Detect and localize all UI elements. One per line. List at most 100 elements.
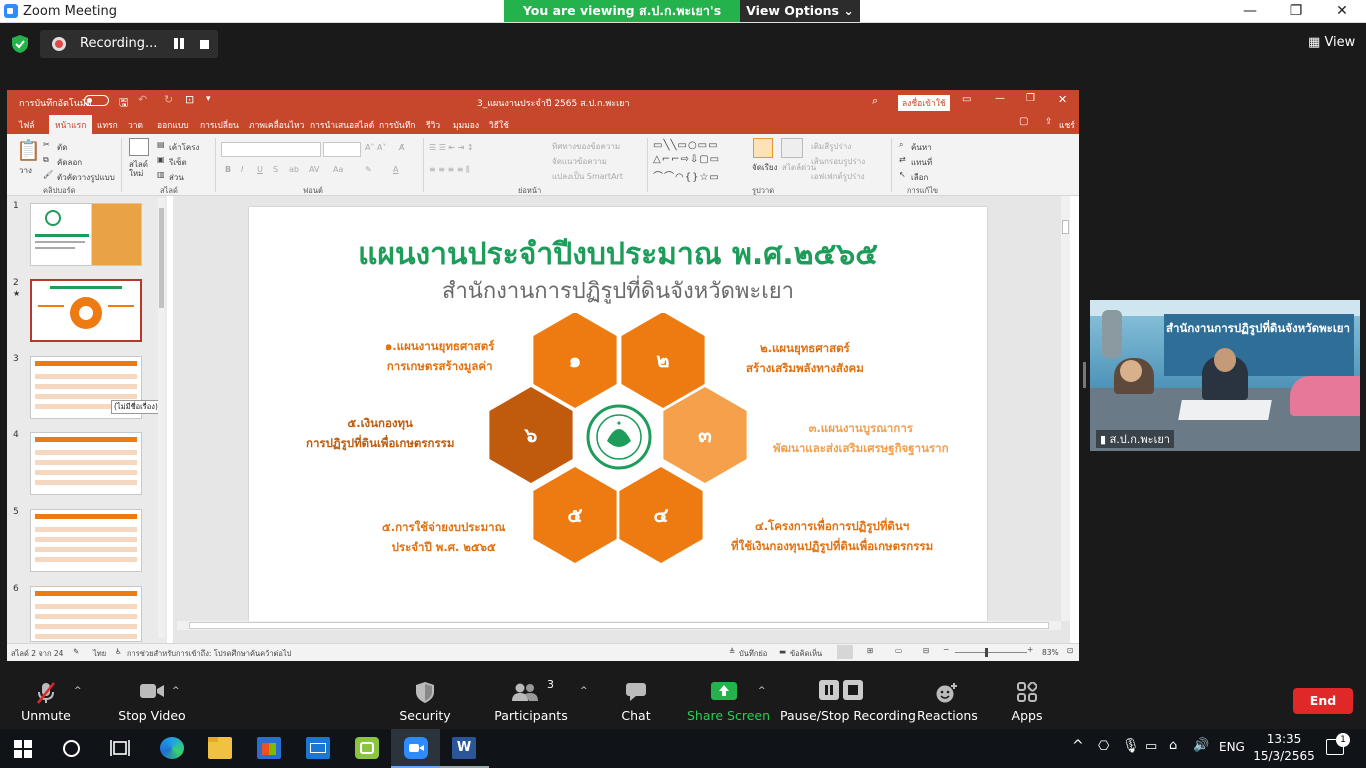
tab-help[interactable]: วิธีใช้ (489, 118, 509, 132)
slide-sorter-icon[interactable]: ⊞ (867, 646, 873, 655)
task-view-icon[interactable] (110, 739, 130, 757)
format-painter-button[interactable]: ตัวคัดวางรูปแบบ (57, 171, 115, 184)
italic-icon[interactable]: I (241, 165, 243, 174)
reactions-button[interactable]: Reactions (917, 668, 978, 729)
shadow-icon[interactable]: S (273, 165, 278, 174)
paste-button[interactable]: วาง (19, 164, 32, 177)
shapes-gallery-row2[interactable]: △⌐⌐⇨⇩▢▭ (653, 154, 720, 165)
vertical-scrollbar-thumb[interactable] (1062, 220, 1069, 234)
text-direction-button[interactable]: ทิศทางของข้อความ (552, 140, 620, 153)
network-icon[interactable]: ⌂ (1169, 738, 1177, 753)
tab-transitions[interactable]: การเปลี่ยน (200, 118, 239, 132)
zoom-in-icon[interactable]: + (1027, 645, 1033, 654)
find-icon[interactable]: ⌕ (899, 140, 903, 150)
fit-slide-icon[interactable]: ⊡ (1067, 646, 1073, 655)
zoom-level[interactable]: 83% (1042, 648, 1059, 657)
arrange-button[interactable]: จัดเรียง (752, 161, 778, 174)
restore-button[interactable]: ❐ (1273, 0, 1319, 23)
layout-icon[interactable]: ▤ (157, 140, 165, 149)
edge-browser-icon[interactable] (160, 737, 184, 759)
save-icon[interactable]: 🖫 (119, 94, 128, 113)
strikethrough-icon[interactable]: ab (289, 165, 299, 174)
tab-review[interactable]: รีวิว (426, 118, 440, 132)
bold-icon[interactable]: B (225, 165, 231, 174)
participants-options-chevron-icon[interactable]: ^ (580, 686, 588, 696)
search-icon[interactable]: ⌕ (872, 94, 878, 108)
search-circle-icon[interactable] (63, 740, 80, 757)
accessibility-icon[interactable]: ♿ (115, 647, 122, 656)
spelling-icon[interactable]: ✎ (73, 647, 79, 656)
security-button[interactable]: Security (395, 668, 455, 729)
tab-slideshow[interactable]: การนำเสนอสไลด์ (310, 118, 374, 132)
redo-icon[interactable]: ↻ (164, 93, 173, 106)
tab-view[interactable]: มุมมอง (453, 118, 479, 132)
autosave-toggle[interactable] (84, 95, 109, 106)
shapes-gallery[interactable]: ▭╲╲▭○▭▭ (653, 140, 719, 151)
font-size-combo[interactable] (323, 142, 361, 157)
slideshow-icon[interactable]: ⊟ (923, 646, 929, 655)
word-icon[interactable]: W (452, 737, 476, 759)
meet-now-icon[interactable]: ⎔ (1098, 739, 1109, 754)
section-button[interactable]: ส่วน (169, 171, 184, 184)
zoom-slider[interactable] (955, 648, 1027, 657)
windows-start-icon[interactable] (14, 740, 32, 758)
comments-button[interactable]: ข้อคิดเห็น (790, 648, 822, 660)
pause-stop-recording-button[interactable]: Pause/Stop Recording (780, 668, 916, 729)
participants-button[interactable]: 3 Participants (492, 668, 570, 729)
bullets-icon[interactable]: ☰ ☰ ⇤ ⇥ ↕ (429, 143, 474, 152)
language-status[interactable]: ไทย (93, 648, 106, 660)
horizontal-scrollbar[interactable] (177, 621, 1061, 630)
tab-file[interactable]: ไฟล์ (19, 118, 35, 132)
thumb-scrollbar[interactable] (158, 198, 165, 638)
shapes-gallery-row3[interactable]: ⌒⌒◠{}☆▭ (653, 168, 720, 183)
find-button[interactable]: ค้นหา (911, 141, 932, 154)
volume-icon[interactable]: 🔊 (1193, 738, 1209, 753)
ribbon-display-icon[interactable]: ▭ (962, 94, 971, 105)
increase-font-icon[interactable]: A˄ A˅ (365, 143, 387, 152)
end-meeting-button[interactable]: End (1293, 688, 1353, 714)
change-case-icon[interactable]: Aa (333, 165, 343, 174)
font-family-combo[interactable] (221, 142, 321, 157)
cut-icon[interactable]: ✂ (43, 140, 50, 149)
mail-icon[interactable] (306, 737, 330, 759)
copy-icon[interactable]: ⧉ (43, 155, 49, 165)
stop-video-button[interactable]: Stop Video (104, 668, 200, 729)
reset-button[interactable]: รีเซ็ต (169, 156, 187, 169)
store-icon[interactable] (257, 737, 281, 759)
align-icons[interactable]: ≡ ≡ ≡ ≡ ⫼ (429, 165, 470, 175)
present-icon[interactable]: ⊡ (185, 93, 194, 106)
apps-button[interactable]: Apps (1004, 668, 1050, 729)
zoom-slider-handle[interactable] (985, 648, 988, 657)
format-painter-icon[interactable]: 🖌 (43, 170, 53, 179)
share-label[interactable]: แชร์ (1059, 118, 1075, 132)
comments-status-icon[interactable]: ▬ (779, 647, 786, 656)
video-options-chevron-icon[interactable]: ^ (172, 686, 180, 696)
unmute-button[interactable]: Unmute (12, 668, 80, 729)
font-color-icon[interactable]: A (393, 165, 398, 174)
share-screen-button[interactable]: Share Screen (687, 668, 770, 729)
quick-styles-icon[interactable] (781, 138, 803, 158)
replace-button[interactable]: แทนที่ (911, 156, 932, 169)
view-options-button[interactable]: View Options ⌄ (740, 0, 860, 22)
shape-effects-button[interactable]: เอฟเฟกต์รูปร่าง (811, 170, 865, 183)
align-text-button[interactable]: จัดแนวข้อความ (552, 155, 607, 168)
battery-icon[interactable]: ▭ (1145, 739, 1157, 754)
new-slide-button[interactable]: สไลด์ใหม่ (129, 160, 151, 178)
view-button[interactable]: ▦ View (1308, 35, 1355, 50)
spacing-icon[interactable]: AV (309, 165, 319, 174)
normal-view-icon[interactable] (837, 645, 853, 659)
notes-button[interactable]: บันทึกย่อ (739, 648, 767, 660)
file-explorer-icon[interactable] (208, 737, 232, 759)
shape-fill-button[interactable]: เติมสีรูปร่าง (811, 140, 851, 153)
ppt-close-icon[interactable]: ✕ (1058, 93, 1067, 106)
show-hidden-icons-chevron-icon[interactable]: ^ (1072, 738, 1084, 754)
shield-check-icon[interactable] (12, 35, 28, 53)
shape-outline-button[interactable]: เส้นกรอบรูปร่าง (811, 155, 865, 168)
new-slide-icon[interactable] (129, 138, 149, 156)
microphone-icon[interactable]: 🎙 (1122, 738, 1140, 754)
paste-icon[interactable]: 📋 (16, 138, 41, 162)
tab-animations[interactable]: ภาพเคลื่อนไหว (249, 118, 304, 132)
comments-icon[interactable]: ▢ (1019, 116, 1028, 127)
slide-thumbnail-2[interactable] (30, 279, 142, 342)
horizontal-scrollbar-thumb[interactable] (189, 622, 1049, 629)
